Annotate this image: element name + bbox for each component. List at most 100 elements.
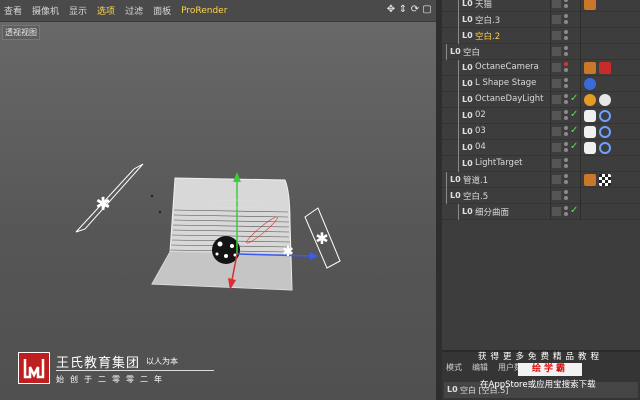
viewport-panel[interactable]: 查看 摄像机 显示 选项 过滤 面板 ProRender ✥ ⇕ ⟳ ▢ 透视视… bbox=[0, 0, 436, 400]
object-name[interactable]: OctaneCamera bbox=[475, 62, 539, 72]
object-row[interactable]: L0 空白.3 bbox=[442, 12, 640, 28]
visibility-dots[interactable] bbox=[564, 78, 570, 90]
brand-divider bbox=[56, 370, 214, 371]
menu-camera[interactable]: 摄像机 bbox=[32, 4, 59, 17]
object-row[interactable]: L0 OctaneCamera bbox=[442, 60, 640, 76]
object-type-icon: L0 bbox=[462, 207, 473, 216]
object-name[interactable]: L Shape Stage bbox=[475, 78, 536, 88]
tag-blue-icon[interactable] bbox=[584, 78, 596, 90]
enabled-check-icon[interactable]: ✓ bbox=[570, 93, 578, 104]
column-separator bbox=[580, 60, 581, 76]
rotate-icon[interactable]: ⟳ bbox=[410, 4, 420, 16]
layer-swatch[interactable] bbox=[552, 111, 561, 120]
move-icon[interactable]: ✥ bbox=[386, 4, 396, 16]
layer-swatch[interactable] bbox=[552, 143, 561, 152]
object-type-icon: L0 bbox=[462, 95, 473, 104]
layer-swatch[interactable] bbox=[552, 191, 561, 200]
object-name[interactable]: 04 bbox=[475, 142, 486, 152]
tag-bulb-icon[interactable] bbox=[584, 126, 596, 138]
layer-swatch[interactable] bbox=[552, 175, 561, 184]
layer-swatch[interactable] bbox=[552, 63, 561, 72]
tag-white-icon[interactable] bbox=[599, 94, 611, 106]
object-row[interactable]: L0 细分曲面 ✓ bbox=[442, 204, 640, 220]
object-type-icon: L0 bbox=[462, 159, 473, 168]
layer-swatch[interactable] bbox=[552, 15, 561, 24]
visibility-dots[interactable] bbox=[564, 62, 570, 74]
l-shape-stage[interactable] bbox=[151, 177, 293, 291]
object-manager[interactable]: L0 天猫 L0 空白.3 L0 空白.2 L0 空白 L0 OctaneCamera L0 L Sh… bbox=[442, 0, 640, 350]
column-separator bbox=[580, 44, 581, 60]
tag-orange-icon[interactable] bbox=[584, 0, 596, 10]
object-row[interactable]: L0 空白.5 bbox=[442, 188, 640, 204]
object-name[interactable]: OctaneDayLight bbox=[475, 94, 544, 104]
promo-headline: 获得更多免费精品教程 bbox=[478, 352, 604, 362]
layer-swatch[interactable] bbox=[552, 0, 561, 8]
tag-circle-icon[interactable] bbox=[599, 126, 611, 138]
enabled-check-icon[interactable]: ✓ bbox=[570, 125, 578, 136]
zoom-icon[interactable]: ⇕ bbox=[398, 4, 408, 16]
visibility-dots[interactable] bbox=[564, 174, 570, 186]
object-name[interactable]: 02 bbox=[475, 110, 486, 120]
menu-view[interactable]: 查看 bbox=[4, 4, 22, 17]
area-light-middle[interactable]: ✱ bbox=[282, 244, 294, 260]
object-type-icon: L0 bbox=[462, 63, 473, 72]
enabled-check-icon[interactable]: ✓ bbox=[570, 205, 578, 216]
visibility-dots[interactable] bbox=[564, 190, 570, 202]
scene-canvas[interactable]: ✱ ✱ ✱ bbox=[0, 22, 436, 400]
object-row[interactable]: L0 OctaneDayLight ✓ bbox=[442, 92, 640, 108]
menu-options[interactable]: 选项 bbox=[97, 4, 115, 17]
object-row[interactable]: L0 空白.2 bbox=[442, 28, 640, 44]
object-name[interactable]: 细分曲面 bbox=[475, 206, 509, 218]
layer-swatch[interactable] bbox=[552, 47, 561, 56]
tag-bulb-icon[interactable] bbox=[584, 142, 596, 154]
object-name[interactable]: 天猫 bbox=[475, 0, 492, 10]
layer-swatch[interactable] bbox=[552, 159, 561, 168]
area-light-left[interactable]: ✱ bbox=[75, 163, 144, 233]
tag-sun-icon[interactable] bbox=[584, 94, 596, 106]
object-type-icon: L0 bbox=[462, 127, 473, 136]
object-name[interactable]: 空白.3 bbox=[475, 14, 500, 26]
layer-swatch[interactable] bbox=[552, 31, 561, 40]
tag-bulb-icon[interactable] bbox=[584, 110, 596, 122]
object-name[interactable]: LightTarget bbox=[475, 158, 523, 168]
layer-swatch[interactable] bbox=[552, 79, 561, 88]
object-name[interactable]: 空白 bbox=[463, 46, 480, 58]
object-row[interactable]: L0 02 ✓ bbox=[442, 108, 640, 124]
layer-swatch[interactable] bbox=[552, 207, 561, 216]
visibility-dots[interactable] bbox=[564, 46, 570, 58]
object-row[interactable]: L0 管道.1 bbox=[442, 172, 640, 188]
tag-circle-icon[interactable] bbox=[599, 110, 611, 122]
object-type-icon: L0 bbox=[450, 175, 461, 184]
object-row[interactable]: L0 空白 bbox=[442, 44, 640, 60]
object-name[interactable]: 空白.2 bbox=[475, 30, 500, 42]
enabled-check-icon[interactable]: ✓ bbox=[570, 141, 578, 152]
tag-red-icon[interactable] bbox=[599, 62, 611, 74]
object-row[interactable]: L0 04 ✓ bbox=[442, 140, 640, 156]
menu-display[interactable]: 显示 bbox=[69, 4, 87, 17]
visibility-dots[interactable] bbox=[564, 0, 570, 10]
object-row[interactable]: L0 L Shape Stage bbox=[442, 76, 640, 92]
visibility-dots[interactable] bbox=[564, 14, 570, 26]
object-name[interactable]: 03 bbox=[475, 126, 486, 136]
layer-swatch[interactable] bbox=[552, 127, 561, 136]
visibility-dots[interactable] bbox=[564, 30, 570, 42]
tag-orange-icon[interactable] bbox=[584, 174, 596, 186]
svg-text:✱: ✱ bbox=[282, 244, 294, 260]
tab-mode[interactable]: 模式 bbox=[446, 362, 462, 373]
tag-circle-icon[interactable] bbox=[599, 142, 611, 154]
object-row[interactable]: L0 天猫 bbox=[442, 0, 640, 12]
maximize-icon[interactable]: ▢ bbox=[422, 4, 432, 16]
menu-panel[interactable]: 面板 bbox=[153, 4, 171, 17]
menu-prorender[interactable]: ProRender bbox=[181, 6, 227, 16]
column-separator bbox=[550, 28, 551, 44]
object-name[interactable]: 空白.5 bbox=[463, 190, 488, 202]
object-row[interactable]: L0 LightTarget bbox=[442, 156, 640, 172]
object-row[interactable]: L0 03 ✓ bbox=[442, 124, 640, 140]
tag-check-icon[interactable] bbox=[599, 174, 611, 186]
menu-filter[interactable]: 过滤 bbox=[125, 4, 143, 17]
enabled-check-icon[interactable]: ✓ bbox=[570, 109, 578, 120]
visibility-dots[interactable] bbox=[564, 158, 570, 170]
object-name[interactable]: 管道.1 bbox=[463, 174, 488, 186]
tag-orange-icon[interactable] bbox=[584, 62, 596, 74]
layer-swatch[interactable] bbox=[552, 95, 561, 104]
